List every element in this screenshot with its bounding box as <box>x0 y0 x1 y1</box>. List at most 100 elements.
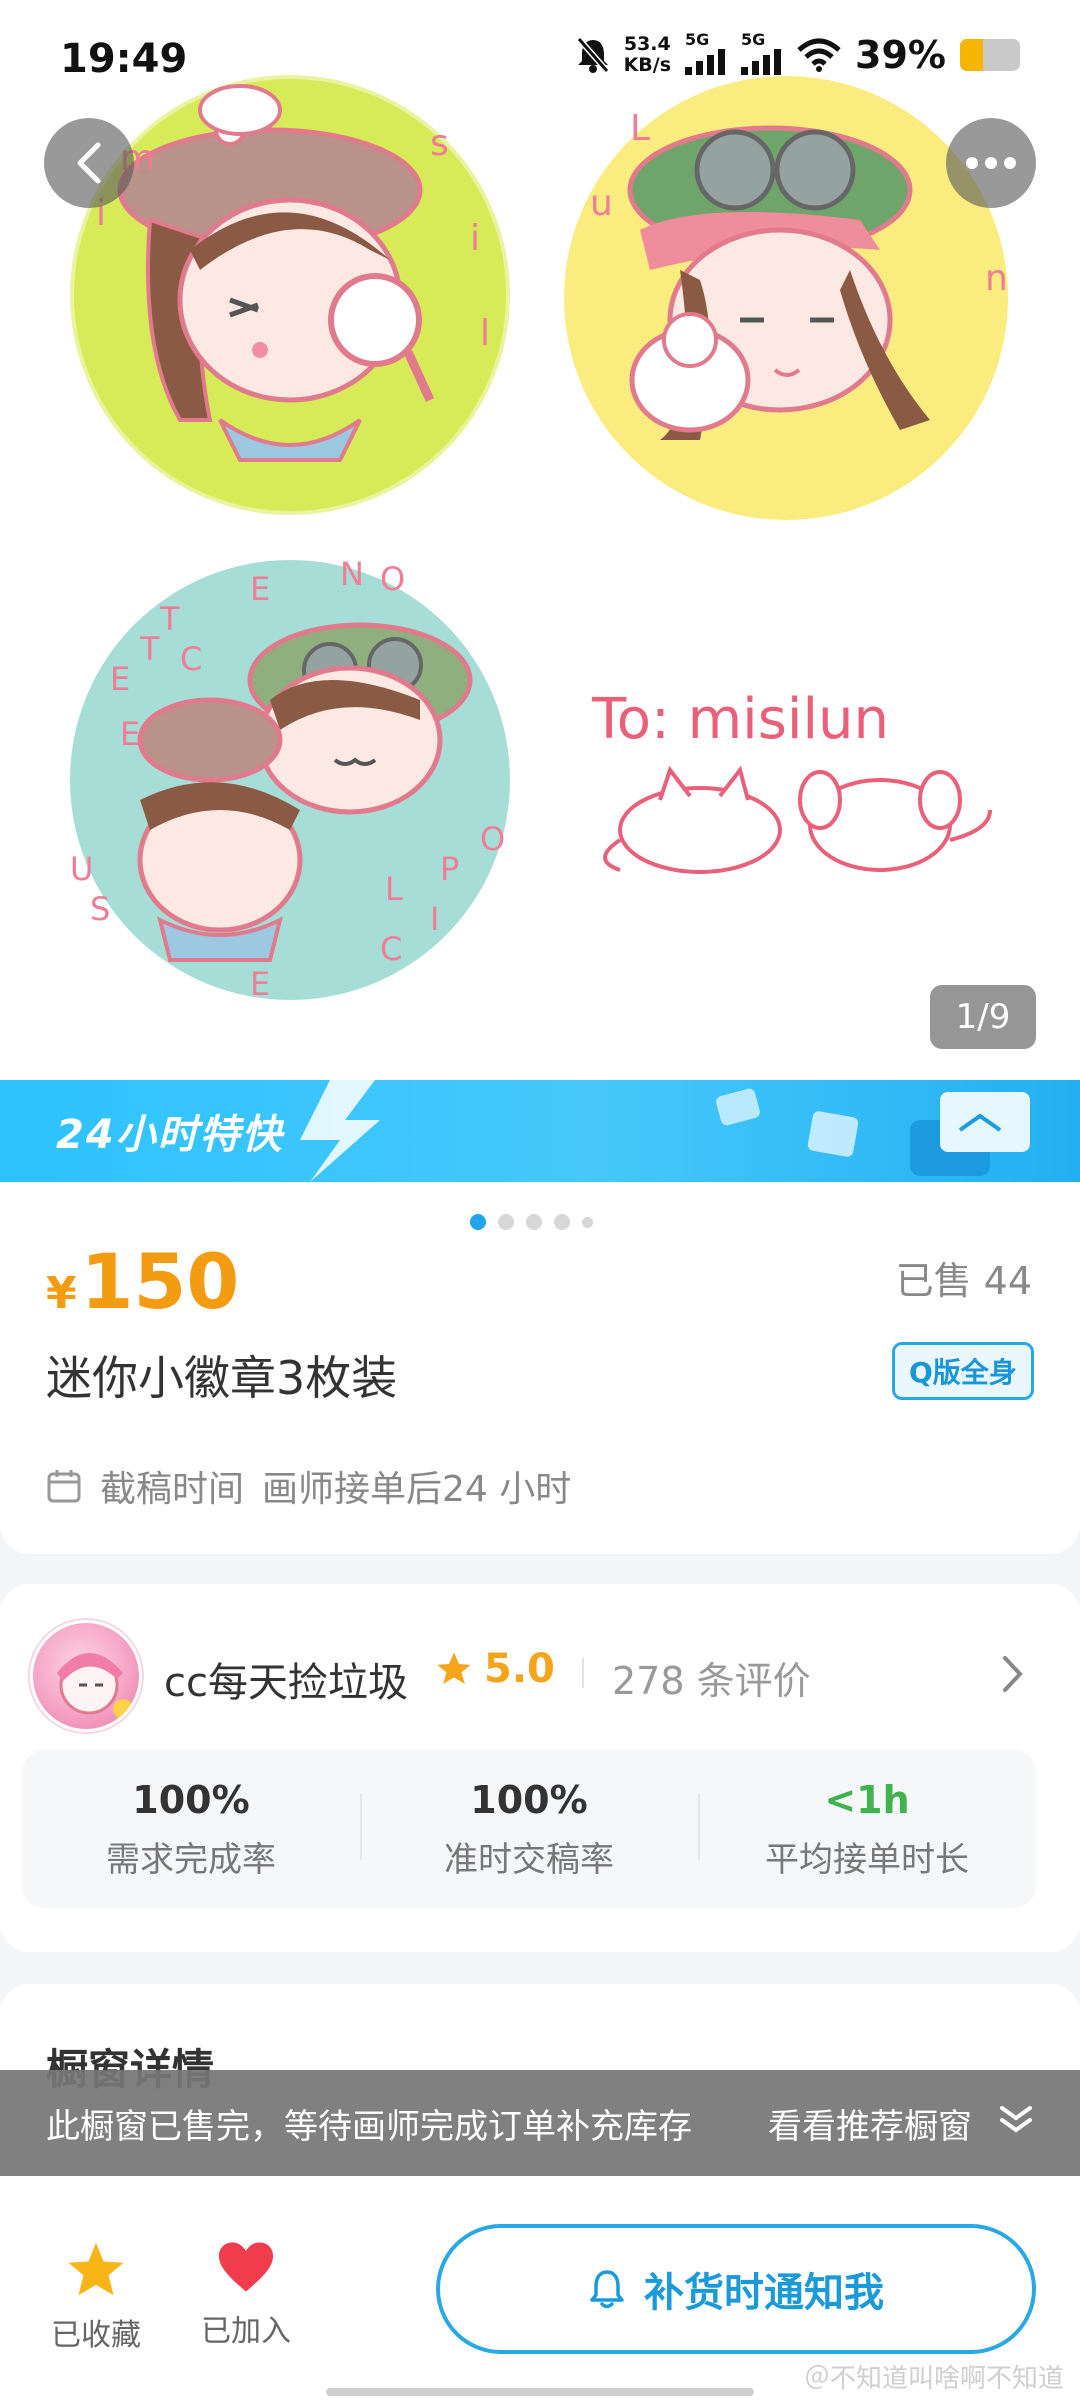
review-count[interactable]: 278 条评价 <box>612 1650 811 1705</box>
badge-3-letter: C <box>380 930 402 968</box>
badge-2-letter: u <box>590 183 613 224</box>
sold-out-notice: 此橱窗已售完，等待画师完成订单补充库存 看看推荐橱窗 <box>0 2070 1080 2176</box>
badge-1-letter: i <box>470 218 480 259</box>
star-icon <box>68 2242 124 2296</box>
more-options-button[interactable] <box>946 118 1036 208</box>
carousel-dot <box>554 1214 570 1230</box>
banner-decoration <box>300 1080 1030 1182</box>
stat-label: 平均接单时长 <box>765 1840 969 1880</box>
notify-label: 补货时通知我 <box>644 2270 884 2316</box>
badge-3-letter: E <box>250 570 270 608</box>
badge-3-letter: E <box>120 715 140 753</box>
home-indicator[interactable] <box>326 2388 754 2396</box>
carousel-dots <box>470 1214 593 1230</box>
carousel-dot <box>470 1214 486 1230</box>
badge-3-letter: E <box>110 660 130 698</box>
image-counter: 1/9 <box>930 985 1036 1049</box>
more-dots-icon <box>966 157 1016 169</box>
avatar[interactable] <box>30 1620 142 1732</box>
badge-3-letter: P <box>440 850 459 888</box>
carousel-dot <box>526 1214 542 1230</box>
express-banner[interactable]: 24小时特快 <box>0 1080 1080 1182</box>
bell-icon <box>590 2270 624 2309</box>
notify-restock-button[interactable]: 补货时通知我 <box>436 2224 1036 2354</box>
artist-card[interactable]: cc每天捡垃圾 5.0 278 条评价 100% 需求完成率 100% 准时交稿… <box>0 1584 1080 1952</box>
avatar-image <box>57 1653 133 1719</box>
cat-doodle <box>603 765 782 874</box>
stat-label: 准时交稿率 <box>444 1840 614 1880</box>
dog-doodle <box>798 770 992 872</box>
carousel-dot <box>498 1214 514 1230</box>
stat-completion-rate: 100% 需求完成率 <box>22 1750 360 1908</box>
badge-3-letter: I <box>430 900 439 938</box>
status-bar: 19:49 53.4 KB/s 5G 5G 39% <box>0 0 1080 120</box>
favorite-label: 已收藏 <box>51 2318 141 2353</box>
back-button[interactable] <box>44 118 134 208</box>
recommended-link[interactable]: 看看推荐橱窗 <box>768 2099 972 2148</box>
stat-ontime-rate: 100% 准时交稿率 <box>360 1750 698 1908</box>
artist-stats: 100% 需求完成率 100% 准时交稿率 <1h 平均接单时长 <box>22 1750 1036 1908</box>
signal-1: 5G <box>685 30 727 79</box>
rating-value: 5.0 <box>484 1646 555 1692</box>
badge-3-image <box>70 560 510 1000</box>
mute-bell-icon <box>576 36 609 73</box>
double-chevron-down-icon[interactable] <box>996 2100 1036 2140</box>
price-currency: ¥ <box>46 1268 77 1319</box>
image-gallery[interactable]: m i s i l L u n N O T E E T C E U S P O … <box>0 0 1080 1080</box>
lightning-icon <box>300 1080 380 1182</box>
star-icon <box>437 1652 471 1684</box>
network-speed-unit: KB/s <box>623 53 672 76</box>
added-button[interactable]: 已加入 <box>186 2240 306 2350</box>
artist-rating: 5.0 <box>434 1646 555 1692</box>
heart-icon <box>219 2242 273 2292</box>
network-speed: 53.4 KB/s <box>623 33 672 76</box>
chevron-left-icon <box>77 142 101 184</box>
badge-3-letter: S <box>90 890 110 928</box>
stat-value: <1h <box>824 1778 910 1822</box>
status-time: 19:49 <box>60 36 188 82</box>
signal-bars-icon <box>685 49 726 75</box>
stat-value: 100% <box>470 1778 588 1822</box>
calendar-icon <box>47 1470 81 1503</box>
signal-bars-icon <box>741 49 782 75</box>
divider <box>582 1658 584 1688</box>
badge-1-letter: s <box>430 123 449 164</box>
deadline-value: 画师接单后24 小时 <box>262 1469 572 1510</box>
price: ¥ 150 <box>46 1237 239 1326</box>
artist-name[interactable]: cc每天捡垃圾 <box>164 1650 408 1708</box>
watermark: ＠不知道叫啥啊不知道 <box>803 2364 1064 2394</box>
deadline-label: 截稿时间 <box>100 1469 245 1510</box>
handwritten-note: To: misilun <box>591 687 992 874</box>
sold-out-message: 此橱窗已售完，等待画师完成订单补充库存 <box>46 2106 692 2147</box>
badge-2-letter: n <box>985 258 1008 299</box>
badge-3-letter: O <box>380 560 405 598</box>
favorite-button[interactable]: 已收藏 <box>36 2240 156 2354</box>
sticker-artwork: m i s i l L u n N O T E E T C E U S P O … <box>70 75 1008 1003</box>
deadline-row: 截稿时间 画师接单后24 小时 <box>46 1460 571 1512</box>
price-value: 150 <box>80 1237 240 1326</box>
badge-3-letter: E <box>250 965 270 1003</box>
sold-count: 已售 44 <box>895 1259 1032 1303</box>
product-title: 迷你小徽章3枚装 <box>46 1351 398 1405</box>
product-page: m i s i l L u n N O T E E T C E U S P O … <box>0 0 1080 2400</box>
battery-icon <box>960 38 1020 71</box>
chevron-right-icon[interactable] <box>1000 1654 1026 1694</box>
stat-value: 100% <box>132 1778 250 1822</box>
network-type-1: 5G <box>685 30 710 49</box>
status-icons: 53.4 KB/s 5G 5G 39% <box>576 30 1020 79</box>
stat-accept-time: <1h 平均接单时长 <box>698 1750 1036 1908</box>
badge-1-letter: l <box>480 313 490 354</box>
note-text: To: misilun <box>591 687 889 752</box>
carousel-dot <box>582 1216 593 1228</box>
wifi-icon <box>797 38 841 72</box>
badge-3-letter: T <box>139 630 160 668</box>
stat-label: 需求完成率 <box>106 1840 276 1880</box>
signal-2: 5G <box>741 30 783 79</box>
added-label: 已加入 <box>201 2314 291 2349</box>
badge-3-letter: T <box>159 600 180 638</box>
badge-3-letter: N <box>340 555 364 593</box>
network-type-2: 5G <box>741 30 766 49</box>
badge-3-letter: O <box>480 820 505 858</box>
style-tag[interactable]: Q版全身 <box>892 1342 1034 1400</box>
battery-percent: 39% <box>855 32 946 77</box>
